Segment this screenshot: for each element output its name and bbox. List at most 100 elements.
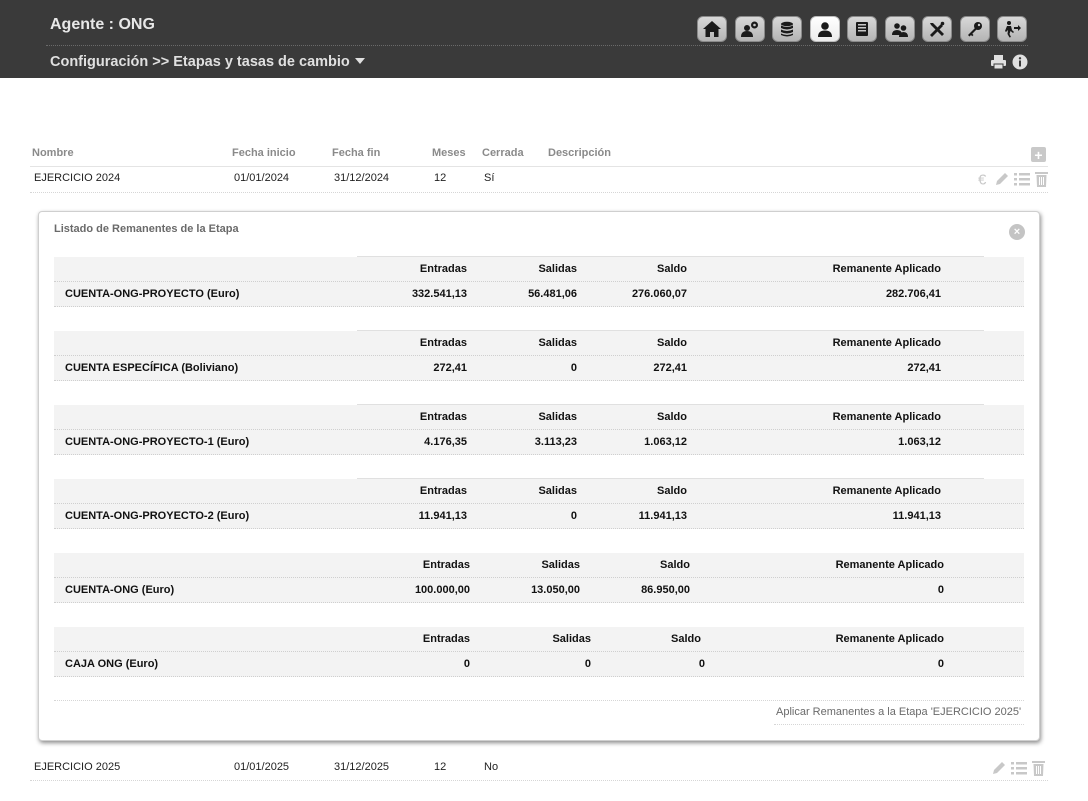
account-salidas: 13.050,00 — [531, 584, 580, 596]
header-entradas: Entradas — [422, 633, 470, 645]
add-stage-button[interactable]: + — [1031, 147, 1046, 162]
row1-actions: € — [974, 171, 1049, 187]
account-entradas: 11.941,13 — [418, 510, 467, 522]
account-salidas: 3.113,23 — [534, 436, 577, 448]
panel-title: Listado de Remanentes de la Etapa — [54, 223, 239, 235]
col-nombre[interactable]: Nombre — [32, 147, 74, 159]
header-divider — [46, 45, 1028, 46]
col-meses[interactable]: Meses — [432, 147, 466, 159]
list-icon[interactable] — [1013, 171, 1031, 187]
account-salidas: 56.481,06 — [528, 288, 577, 300]
home-button[interactable] — [697, 16, 727, 42]
header-saldo: Saldo — [671, 633, 701, 645]
account-remanente: 0 — [937, 658, 944, 670]
row2-nombre[interactable]: EJERCICIO 2025 — [34, 761, 120, 773]
printer-icon — [990, 55, 1006, 70]
account-header-row: Entradas Salidas Saldo Remanente Aplicad… — [54, 627, 1024, 652]
account-entradas: 4.176,35 — [424, 436, 467, 448]
table-header-divider — [30, 166, 1048, 167]
account-saldo: 276.060,07 — [631, 288, 687, 300]
breadcrumb-text[interactable]: Configuración >> Etapas y tasas de cambi… — [50, 54, 350, 70]
account-remanente: 282.706,41 — [885, 288, 941, 300]
group-icon — [891, 23, 908, 37]
ledger-button[interactable] — [847, 16, 877, 42]
row1-cerrada: Sí — [484, 172, 495, 184]
header-entradas: Entradas — [419, 485, 467, 497]
users-settings-icon — [740, 21, 758, 37]
apply-underline — [774, 724, 1024, 725]
row1-nombre[interactable]: EJERCICIO 2024 — [34, 172, 120, 184]
account-name: CUENTA-ONG-PROYECTO (Euro) — [65, 288, 240, 300]
row2-inicio: 01/01/2025 — [234, 761, 290, 773]
agent-label: Agente : ONG — [50, 16, 155, 33]
row1-fin: 31/12/2024 — [334, 172, 390, 184]
header-remanente: Remanente Aplicado — [832, 263, 941, 275]
account-saldo: 272,41 — [653, 362, 687, 374]
account-remanente: 0 — [937, 584, 944, 596]
group-button[interactable] — [884, 16, 915, 42]
apply-remanentes-link[interactable]: Aplicar Remanentes a la Etapa 'EJERCICIO… — [776, 706, 1021, 718]
chevron-down-icon[interactable] — [354, 58, 365, 64]
row1-inicio: 01/01/2024 — [234, 172, 290, 184]
account-remanente: 272,41 — [907, 362, 941, 374]
header-remanente: Remanente Aplicado — [835, 633, 944, 645]
col-cerrada[interactable]: Cerrada — [482, 147, 524, 159]
account-salidas: 0 — [570, 510, 577, 522]
account-name: CAJA ONG (Euro) — [65, 658, 159, 670]
account-header-row: Entradas Salidas Saldo Remanente Aplicad… — [54, 257, 1024, 282]
apply-divider — [54, 700, 1024, 701]
account-remanente: 1.063,12 — [898, 436, 941, 448]
trash-icon[interactable] — [1034, 171, 1049, 187]
account-name: CUENTA-ONG-PROYECTO-2 (Euro) — [65, 510, 250, 522]
users-settings-button[interactable] — [734, 16, 765, 42]
row2-actions — [988, 760, 1046, 776]
account-block: Entradas Salidas Saldo Remanente Aplicad… — [54, 627, 1024, 677]
print-button[interactable] — [989, 53, 1007, 71]
account-name: CUENTA-ONG-PROYECTO-1 (Euro) — [65, 436, 250, 448]
breadcrumb[interactable]: Configuración >> Etapas y tasas de cambi… — [50, 54, 365, 70]
trash-icon[interactable] — [1031, 760, 1046, 776]
logout-button[interactable] — [997, 16, 1027, 42]
account-entradas: 100.000,00 — [414, 584, 470, 596]
col-descripcion[interactable]: Descripción — [548, 147, 611, 159]
logout-icon — [1005, 21, 1021, 38]
header-salidas: Salidas — [538, 337, 577, 349]
header-salidas: Salidas — [541, 559, 580, 571]
col-fecha-inicio[interactable]: Fecha inicio — [232, 147, 296, 159]
close-panel-button[interactable]: × — [1009, 224, 1025, 240]
key-icon — [967, 22, 982, 37]
account-block: Entradas Salidas Saldo Remanente Aplicad… — [54, 330, 1024, 381]
row2-meses: 12 — [434, 761, 447, 773]
database-button[interactable] — [772, 16, 802, 42]
euro-icon[interactable]: € — [977, 171, 991, 188]
header-entradas: Entradas — [419, 263, 467, 275]
account-name: CUENTA-ONG (Euro) — [65, 584, 175, 596]
account-header-row: Entradas Salidas Saldo Remanente Aplicad… — [54, 479, 1024, 504]
header-saldo: Saldo — [657, 263, 687, 275]
edit-pencil-icon[interactable] — [994, 171, 1010, 187]
col-fecha-fin[interactable]: Fecha fin — [332, 147, 380, 159]
remanentes-panel: Listado de Remanentes de la Etapa × Entr… — [38, 211, 1040, 741]
account-data-row: CUENTA-ONG (Euro) 100.000,00 13.050,00 8… — [54, 578, 1024, 603]
header-remanente: Remanente Aplicado — [832, 411, 941, 423]
row2-divider — [30, 780, 1048, 781]
account-remanente: 11.941,13 — [892, 510, 941, 522]
tools-button[interactable] — [922, 16, 952, 42]
edit-pencil-icon[interactable] — [991, 760, 1007, 776]
account-data-row: CAJA ONG (Euro) 0 0 0 0 — [54, 652, 1024, 677]
user-icon — [817, 22, 832, 37]
account-header-row: Entradas Salidas Saldo Remanente Aplicad… — [54, 553, 1024, 578]
account-block: Entradas Salidas Saldo Remanente Aplicad… — [54, 478, 1024, 529]
info-button[interactable] — [1011, 53, 1029, 71]
header-remanente: Remanente Aplicado — [835, 559, 944, 571]
header-entradas: Entradas — [422, 559, 470, 571]
row2-cerrada: No — [484, 761, 499, 773]
list-icon[interactable] — [1010, 760, 1028, 776]
main-toolbar — [697, 16, 1035, 42]
key-button[interactable] — [959, 16, 990, 42]
header-remanente: Remanente Aplicado — [832, 485, 941, 497]
close-icon: × — [1013, 225, 1021, 238]
header-saldo: Saldo — [657, 411, 687, 423]
account-saldo: 1.063,12 — [644, 436, 687, 448]
user-button[interactable] — [809, 16, 840, 42]
